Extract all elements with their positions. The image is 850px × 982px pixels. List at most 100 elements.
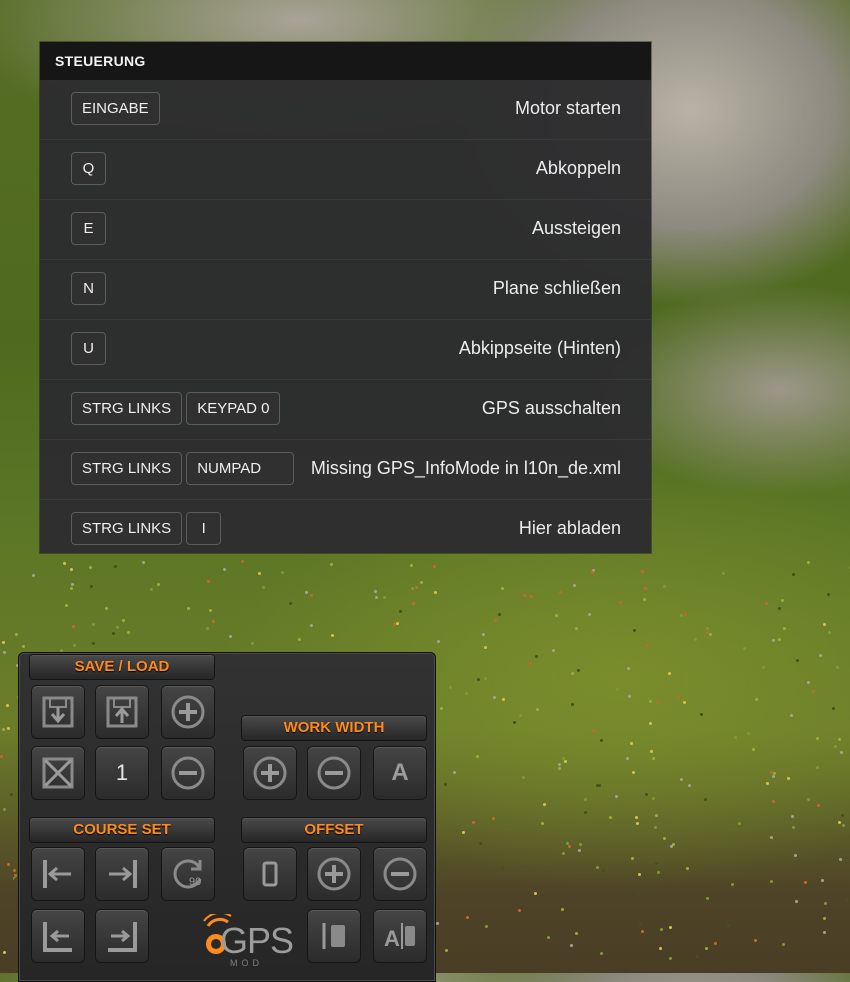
ground-speck	[554, 614, 558, 618]
ground-speck	[656, 700, 660, 704]
course-corner-left-button[interactable]	[32, 910, 84, 962]
delete-slot-icon	[42, 757, 74, 789]
ground-speck	[791, 573, 795, 577]
ground-speck	[575, 931, 579, 935]
ground-speck	[782, 627, 786, 631]
rotate-90-button[interactable]: 90	[162, 848, 214, 900]
controls-title: STEUERUNG	[40, 42, 651, 80]
ground-speck	[419, 580, 423, 584]
ground-speck	[644, 793, 648, 797]
ground-speck	[492, 696, 496, 699]
ground-speck	[705, 627, 709, 631]
ground-speck	[602, 868, 606, 872]
ground-speck	[561, 907, 565, 911]
ground-speck	[841, 814, 845, 818]
ground-speck	[251, 642, 255, 646]
ground-speck	[382, 596, 386, 600]
offset-minus-button[interactable]	[374, 848, 426, 900]
offset-side-button[interactable]	[308, 910, 360, 962]
ground-speck	[742, 646, 746, 650]
ground-speck	[127, 631, 131, 635]
ground-speck	[833, 744, 837, 748]
ground-speck	[828, 631, 832, 635]
ground-speck	[837, 820, 841, 824]
load-up-icon	[106, 696, 138, 728]
course-shift-left-button[interactable]	[32, 848, 84, 900]
remove-slot-button[interactable]	[162, 747, 214, 799]
ground-speck	[658, 947, 662, 951]
ground-speck	[778, 637, 782, 641]
add-slot-button[interactable]	[162, 686, 214, 738]
ground-speck	[826, 593, 830, 597]
ground-speck	[583, 797, 587, 801]
ground-speck	[821, 879, 825, 883]
ground-speck	[2, 641, 6, 645]
ground-speck	[804, 881, 808, 885]
ground-speck	[651, 757, 655, 761]
ground-speck	[714, 941, 718, 945]
course-corner-right-button[interactable]	[96, 910, 148, 962]
ground-speck	[583, 811, 587, 815]
key-badge: STRG LINKS	[71, 512, 183, 545]
plus-icon	[317, 857, 351, 891]
ground-speck	[792, 826, 796, 830]
key-badge: U	[71, 332, 106, 365]
ground-speck	[632, 629, 636, 633]
ground-speck	[535, 654, 539, 658]
ground-speck	[806, 798, 810, 802]
ground-speck	[187, 607, 191, 611]
ground-speck	[398, 610, 402, 614]
load-course-button[interactable]	[96, 686, 148, 738]
ground-speck	[635, 816, 639, 820]
save-course-button[interactable]	[32, 686, 84, 738]
control-row: U Abkippseite (Hinten)	[40, 320, 651, 380]
ground-speck	[208, 608, 212, 612]
minus-icon	[383, 857, 417, 891]
ground-speck	[535, 708, 539, 712]
ground-speck	[648, 878, 652, 882]
ground-speck	[625, 756, 629, 760]
course-shift-right-button[interactable]	[96, 848, 148, 900]
ground-speck	[839, 858, 843, 862]
delete-course-button[interactable]	[32, 747, 84, 799]
ground-speck	[563, 759, 567, 763]
ground-speck	[241, 560, 245, 563]
ground-speck	[297, 638, 301, 642]
ground-speck	[631, 857, 635, 861]
work-width-auto-button[interactable]: A	[374, 747, 426, 799]
gps-mod-logo: GPS MOD	[198, 914, 294, 974]
ground-speck	[0, 754, 4, 758]
ground-speck	[618, 601, 622, 605]
ground-speck	[462, 830, 465, 834]
ground-speck	[157, 582, 161, 586]
ground-speck	[261, 586, 265, 590]
ground-speck	[150, 588, 154, 592]
ground-speck	[500, 587, 504, 591]
ground-speck	[609, 815, 613, 819]
work-width-minus-button[interactable]	[308, 747, 360, 799]
work-width-plus-button[interactable]	[244, 747, 296, 799]
ground-speck	[654, 861, 658, 865]
slot-number-display: 1	[96, 747, 148, 799]
ground-speck	[493, 619, 497, 623]
ground-speck	[595, 866, 599, 870]
key-badge: NUMPAD	[186, 452, 295, 485]
corner-left-icon	[43, 922, 72, 952]
ground-speck	[637, 894, 641, 898]
ground-speck	[599, 951, 603, 955]
ground-speck	[722, 572, 726, 576]
ground-speck	[464, 692, 468, 696]
offset-auto-button[interactable]: A	[374, 910, 426, 962]
ground-speck	[13, 868, 17, 872]
ground-speck	[688, 784, 692, 788]
ground-speck	[753, 939, 757, 943]
ground-speck	[448, 685, 452, 689]
ground-speck	[476, 754, 480, 758]
offset-reset-button[interactable]	[244, 848, 296, 900]
offset-left-icon	[322, 923, 345, 949]
ground-speck	[557, 763, 561, 767]
offset-plus-button[interactable]	[308, 848, 360, 900]
ground-speck	[9, 793, 13, 797]
ground-speck	[309, 624, 313, 628]
plus-icon	[253, 756, 287, 790]
